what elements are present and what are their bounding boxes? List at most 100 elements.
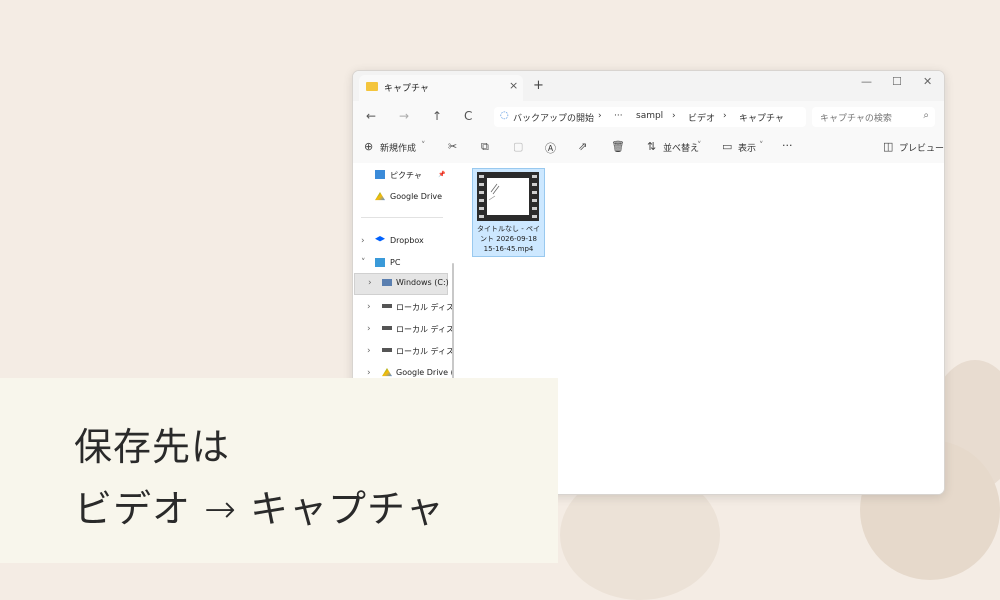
paste-icon[interactable]: ▢: [513, 140, 523, 153]
breadcrumb-separator: ›: [598, 111, 602, 121]
sort-button[interactable]: 並べ替え: [663, 141, 699, 154]
film-perforation: [532, 175, 537, 178]
search-input[interactable]: キャプチャの検索: [820, 111, 892, 124]
sidebar-item-pc[interactable]: ˅ PC: [361, 254, 453, 274]
film-perforation: [479, 215, 484, 218]
more-options-button[interactable]: ···: [782, 139, 793, 152]
breadcrumb-capture[interactable]: キャプチャ: [739, 111, 784, 124]
file-name-line: ント 2026-09-18: [480, 235, 537, 243]
disk-icon: [382, 348, 392, 352]
sketch-lines: [488, 183, 500, 201]
pictures-icon: [375, 170, 385, 179]
film-perforation: [532, 191, 537, 194]
back-button[interactable]: ←: [366, 109, 376, 123]
address-bar: ← → ↑ C ◌ バックアップの開始 › ··· sampl › ビデオ › …: [353, 101, 944, 135]
minimize-button[interactable]: —: [861, 75, 872, 88]
sidebar-item-label: PC: [390, 258, 401, 267]
sidebar-item-label: Dropbox: [390, 236, 424, 245]
maximize-button[interactable]: ☐: [892, 75, 902, 88]
breadcrumb-sampl[interactable]: sampl: [636, 111, 663, 121]
new-tab-button[interactable]: +: [533, 78, 544, 93]
search-icon: ⌕: [923, 110, 929, 121]
film-perforation: [532, 207, 537, 210]
new-button[interactable]: 新規作成: [380, 141, 416, 154]
chevron-down-icon[interactable]: ˅: [361, 258, 366, 268]
video-thumbnail: [477, 172, 539, 221]
chevron-right-icon[interactable]: ›: [367, 346, 371, 356]
preview-pane-icon: ◫: [883, 140, 894, 153]
sidebar-item-dropbox[interactable]: › Dropbox: [361, 232, 453, 252]
sidebar-item-windows-c[interactable]: › Windows (C:): [354, 273, 449, 295]
film-perforation: [479, 175, 484, 178]
film-perforation: [532, 183, 537, 186]
file-name: タイトルなし - ペイ ント 2026-09-18 15-16-45.mp4: [475, 224, 542, 254]
search-box[interactable]: キャプチャの検索 ⌕: [812, 107, 935, 127]
command-bar: ⊕ 新規作成 ˅ ✂ ⧉ ▢ Ⓐ ⇗ 🗑 ⇅ 並べ替え ˅ ▭ 表示 ˅ ···…: [353, 134, 944, 164]
share-icon[interactable]: ⇗: [578, 140, 587, 153]
film-perforation: [479, 191, 484, 194]
caption-line-1: 保存先は: [74, 425, 231, 469]
disk-icon: [382, 304, 392, 308]
preview-button[interactable]: プレビュー: [899, 141, 944, 154]
file-name-line: 15-16-45.mp4: [483, 245, 534, 253]
breadcrumb-backup[interactable]: バックアップの開始: [513, 111, 594, 124]
chevron-right-icon[interactable]: ›: [367, 302, 371, 312]
title-bar: キャプチャ × + — ☐ ✕: [353, 71, 944, 101]
sidebar-item-label: Windows (C:): [396, 278, 449, 287]
film-perforation: [532, 199, 537, 202]
backup-icon: ◌: [500, 110, 509, 121]
close-button[interactable]: ✕: [923, 75, 932, 88]
sidebar-item-label: Google Drive: [390, 192, 443, 201]
film-perforation: [479, 207, 484, 210]
sidebar-item-pictures[interactable]: ピクチャ 📌: [363, 166, 453, 186]
google-drive-icon: [375, 192, 385, 201]
new-dropdown-icon[interactable]: ˅: [421, 141, 426, 151]
chevron-right-icon[interactable]: ›: [361, 236, 365, 246]
tab-label: キャプチャ: [384, 84, 429, 94]
folder-icon: [366, 82, 378, 91]
chevron-right-icon[interactable]: ›: [368, 278, 372, 288]
tab-capture[interactable]: キャプチャ ×: [359, 75, 523, 101]
sort-icon: ⇅: [647, 140, 657, 153]
file-name-line: タイトルなし - ペイ: [477, 225, 540, 233]
view-dropdown-icon[interactable]: ˅: [759, 141, 764, 151]
refresh-button[interactable]: C: [464, 109, 472, 123]
tab-close-button[interactable]: ×: [509, 79, 518, 92]
breadcrumb-video[interactable]: ビデオ: [688, 111, 715, 124]
sort-dropdown-icon[interactable]: ˅: [697, 141, 702, 151]
forward-button[interactable]: →: [399, 109, 409, 123]
film-perforation: [479, 199, 484, 202]
delete-icon[interactable]: 🗑: [611, 140, 625, 153]
google-drive-icon: [382, 368, 392, 377]
breadcrumb-separator: ›: [672, 111, 676, 121]
sidebar-item-label: Google Drive (: [396, 368, 454, 377]
new-icon: ⊕: [364, 140, 374, 153]
video-file-item[interactable]: タイトルなし - ペイ ント 2026-09-18 15-16-45.mp4: [472, 168, 545, 257]
breadcrumb-separator: ›: [723, 111, 727, 121]
sidebar-item-local-disk[interactable]: › ローカル ディスク: [367, 320, 462, 340]
pin-icon: 📌: [438, 171, 446, 178]
video-frame: [487, 178, 529, 215]
sidebar-item-google-drive[interactable]: Google Drive: [363, 188, 453, 208]
film-perforation: [479, 183, 484, 186]
view-icon: ▭: [722, 140, 733, 153]
breadcrumb[interactable]: ◌ バックアップの開始 › ··· sampl › ビデオ › キャプチャ: [494, 107, 806, 127]
dropbox-icon: [375, 236, 385, 242]
sidebar-item-label: ピクチャ: [390, 171, 422, 180]
sidebar-item-local-disk[interactable]: › ローカル ディスク: [367, 342, 462, 362]
chevron-right-icon[interactable]: ›: [367, 324, 371, 334]
sidebar-divider: [361, 217, 443, 218]
copy-icon[interactable]: ⧉: [481, 140, 489, 154]
up-button[interactable]: ↑: [432, 109, 442, 123]
chevron-right-icon[interactable]: ›: [367, 368, 371, 378]
disk-icon: [382, 326, 392, 330]
breadcrumb-overflow[interactable]: ···: [614, 111, 623, 121]
pc-icon: [375, 258, 385, 267]
film-perforation: [532, 215, 537, 218]
view-button[interactable]: 表示: [738, 141, 756, 154]
drive-icon: [382, 279, 392, 286]
caption-line-2: ビデオ → キャプチャ: [74, 487, 445, 531]
rename-icon[interactable]: Ⓐ: [545, 140, 556, 156]
cut-icon[interactable]: ✂: [448, 140, 457, 153]
sidebar-item-local-disk[interactable]: › ローカル ディスク: [367, 298, 462, 318]
